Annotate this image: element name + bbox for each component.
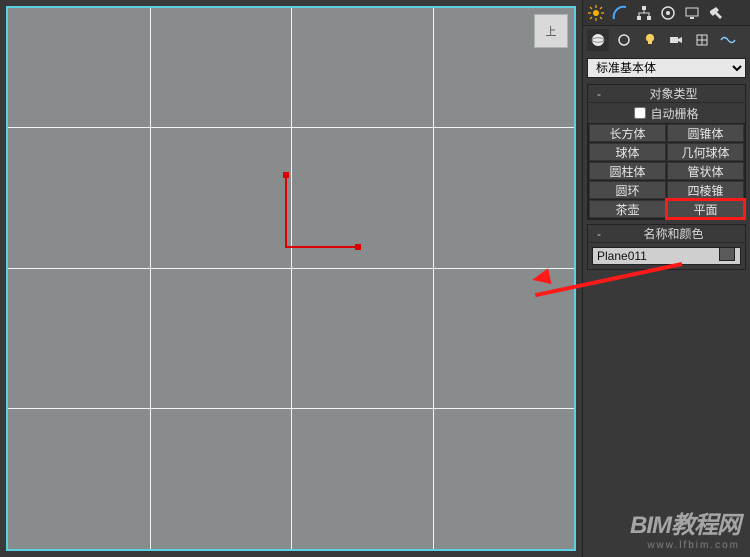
- arc-icon[interactable]: [611, 4, 629, 22]
- object-button-长方体[interactable]: 长方体: [589, 124, 666, 142]
- command-tabs: [583, 0, 750, 26]
- object-button-圆环[interactable]: 圆环: [589, 181, 666, 199]
- object-button-四棱锥[interactable]: 四棱锥: [667, 181, 744, 199]
- lights-tab-icon[interactable]: [639, 29, 661, 51]
- rollout-title: 名称和颜色: [606, 225, 741, 242]
- viewcube-label: 上: [546, 23, 557, 39]
- color-swatch[interactable]: [719, 247, 735, 261]
- collapse-icon: -: [592, 227, 606, 241]
- object-button-管状体[interactable]: 管状体: [667, 162, 744, 180]
- category-select[interactable]: 标准基本体: [587, 58, 746, 78]
- rollout-title: 对象类型: [606, 85, 741, 102]
- motion-icon[interactable]: [659, 4, 677, 22]
- display-icon[interactable]: [683, 4, 701, 22]
- object-button-球体[interactable]: 球体: [589, 143, 666, 161]
- helpers-tab-icon[interactable]: [691, 29, 713, 51]
- geometry-tab-icon[interactable]: [587, 29, 609, 51]
- category-dropdown[interactable]: 标准基本体: [587, 58, 746, 78]
- hammer-icon[interactable]: [707, 4, 725, 22]
- collapse-icon: -: [592, 87, 606, 101]
- autogrid-label: 自动栅格: [650, 105, 698, 122]
- rollout-header[interactable]: - 名称和颜色: [588, 225, 745, 243]
- viewcube[interactable]: 上: [534, 14, 568, 48]
- object-button-茶壶[interactable]: 茶壶: [589, 200, 666, 218]
- autogrid-checkbox[interactable]: [634, 107, 646, 119]
- object-button-圆锥体[interactable]: 圆锥体: [667, 124, 744, 142]
- object-buttons: 长方体圆锥体球体几何球体圆柱体管状体圆环四棱锥茶壶平面: [588, 123, 745, 219]
- hierarchy-icon[interactable]: [635, 4, 653, 22]
- shapes-tab-icon[interactable]: [613, 29, 635, 51]
- viewport-area[interactable]: 上: [0, 0, 582, 557]
- object-button-圆柱体[interactable]: 圆柱体: [589, 162, 666, 180]
- create-subtabs: [583, 26, 750, 54]
- name-color-rollout: - 名称和颜色: [587, 224, 746, 270]
- rollout-header[interactable]: - 对象类型: [588, 85, 745, 103]
- spacewarps-tab-icon[interactable]: [717, 29, 739, 51]
- viewport[interactable]: 上: [6, 6, 576, 551]
- object-button-几何球体[interactable]: 几何球体: [667, 143, 744, 161]
- sun-icon[interactable]: [587, 4, 605, 22]
- object-button-平面[interactable]: 平面: [667, 200, 744, 218]
- cameras-tab-icon[interactable]: [665, 29, 687, 51]
- object-type-rollout: - 对象类型 自动栅格 长方体圆锥体球体几何球体圆柱体管状体圆环四棱锥茶壶平面: [587, 84, 746, 220]
